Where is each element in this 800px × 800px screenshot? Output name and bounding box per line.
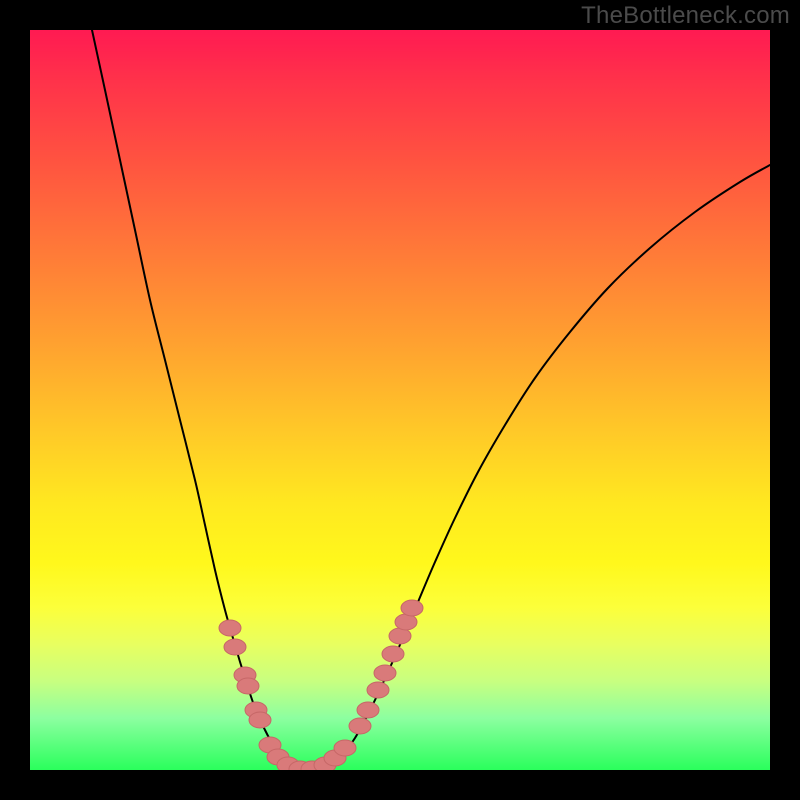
data-marker (237, 678, 259, 694)
chart-frame: TheBottleneck.com (0, 0, 800, 800)
data-marker (374, 665, 396, 681)
bottleneck-curve (92, 30, 770, 770)
data-marker (357, 702, 379, 718)
data-marker (224, 639, 246, 655)
data-marker (249, 712, 271, 728)
data-marker (382, 646, 404, 662)
plot-area (30, 30, 770, 770)
data-marker (219, 620, 241, 636)
data-marker (334, 740, 356, 756)
chart-svg (30, 30, 770, 770)
data-markers (219, 600, 423, 770)
data-marker (367, 682, 389, 698)
data-marker (401, 600, 423, 616)
watermark-text: TheBottleneck.com (581, 2, 790, 30)
data-marker (349, 718, 371, 734)
